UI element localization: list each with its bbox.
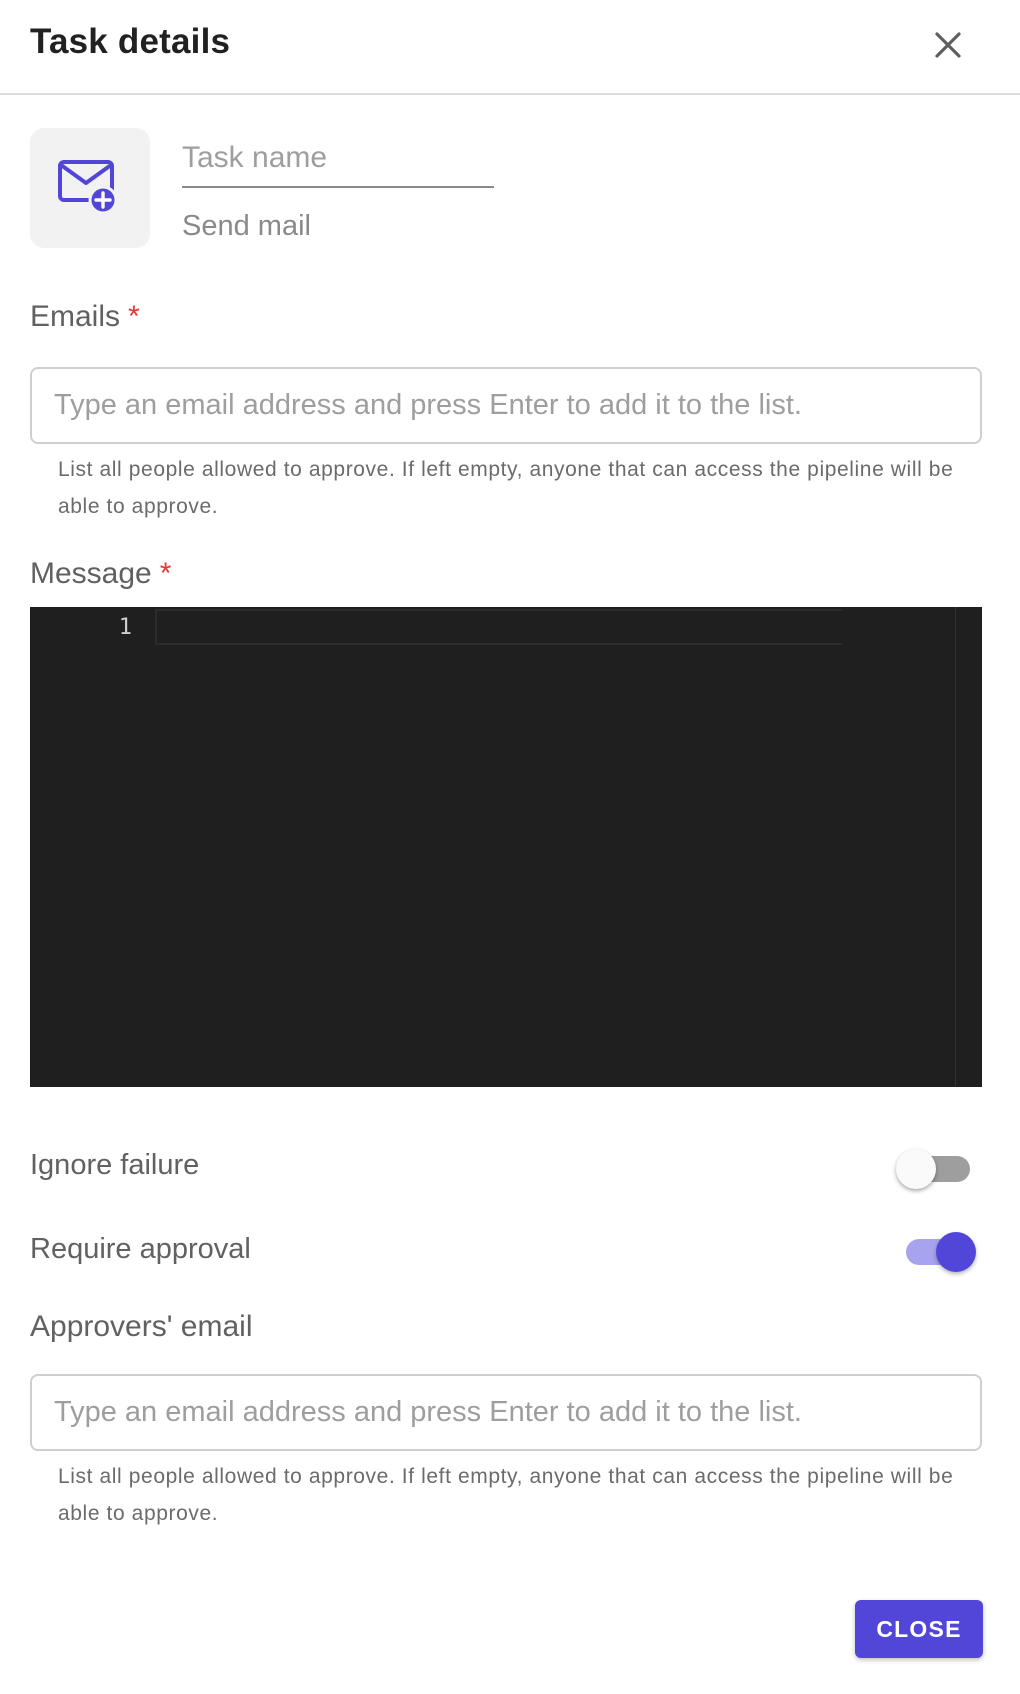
close-button[interactable]: CLOSE [855, 1600, 983, 1658]
task-name-input[interactable] [182, 130, 494, 188]
approvers-helper-text: List all people allowed to approve. If l… [58, 1465, 954, 1525]
dialog-title: Task details [30, 22, 231, 61]
toggle-knob [936, 1232, 976, 1272]
required-mark: * [128, 300, 140, 333]
editor-scrollbar[interactable] [955, 607, 956, 1087]
line-number: 1 [118, 615, 132, 640]
mail-add-icon [58, 160, 118, 214]
approvers-email-label: Approvers' email [30, 1310, 253, 1343]
task-type-label: Send mail [182, 210, 311, 242]
toggle-knob [896, 1149, 936, 1189]
emails-label-text: Emails [30, 300, 121, 333]
dialog-header: Task details [0, 0, 1020, 95]
close-icon[interactable] [928, 25, 968, 65]
emails-helper-text: List all people allowed to approve. If l… [58, 458, 954, 518]
required-mark: * [159, 557, 172, 590]
task-details-dialog: Task details Send mail Emails* List all … [0, 0, 1020, 1694]
approvers-email-input[interactable] [30, 1374, 982, 1451]
ignore-failure-label: Ignore failure [30, 1149, 200, 1181]
current-line-highlight[interactable] [155, 609, 842, 645]
message-label: Message * [30, 557, 171, 591]
message-code-editor[interactable]: 1 [30, 607, 982, 1087]
task-type-icon-box [30, 128, 150, 248]
require-approval-label: Require approval [30, 1233, 251, 1265]
message-label-text: Message [30, 557, 152, 590]
require-approval-toggle[interactable] [896, 1227, 976, 1272]
emails-label: Emails * [30, 300, 140, 334]
emails-input[interactable] [30, 367, 982, 444]
ignore-failure-toggle[interactable] [896, 1144, 976, 1189]
